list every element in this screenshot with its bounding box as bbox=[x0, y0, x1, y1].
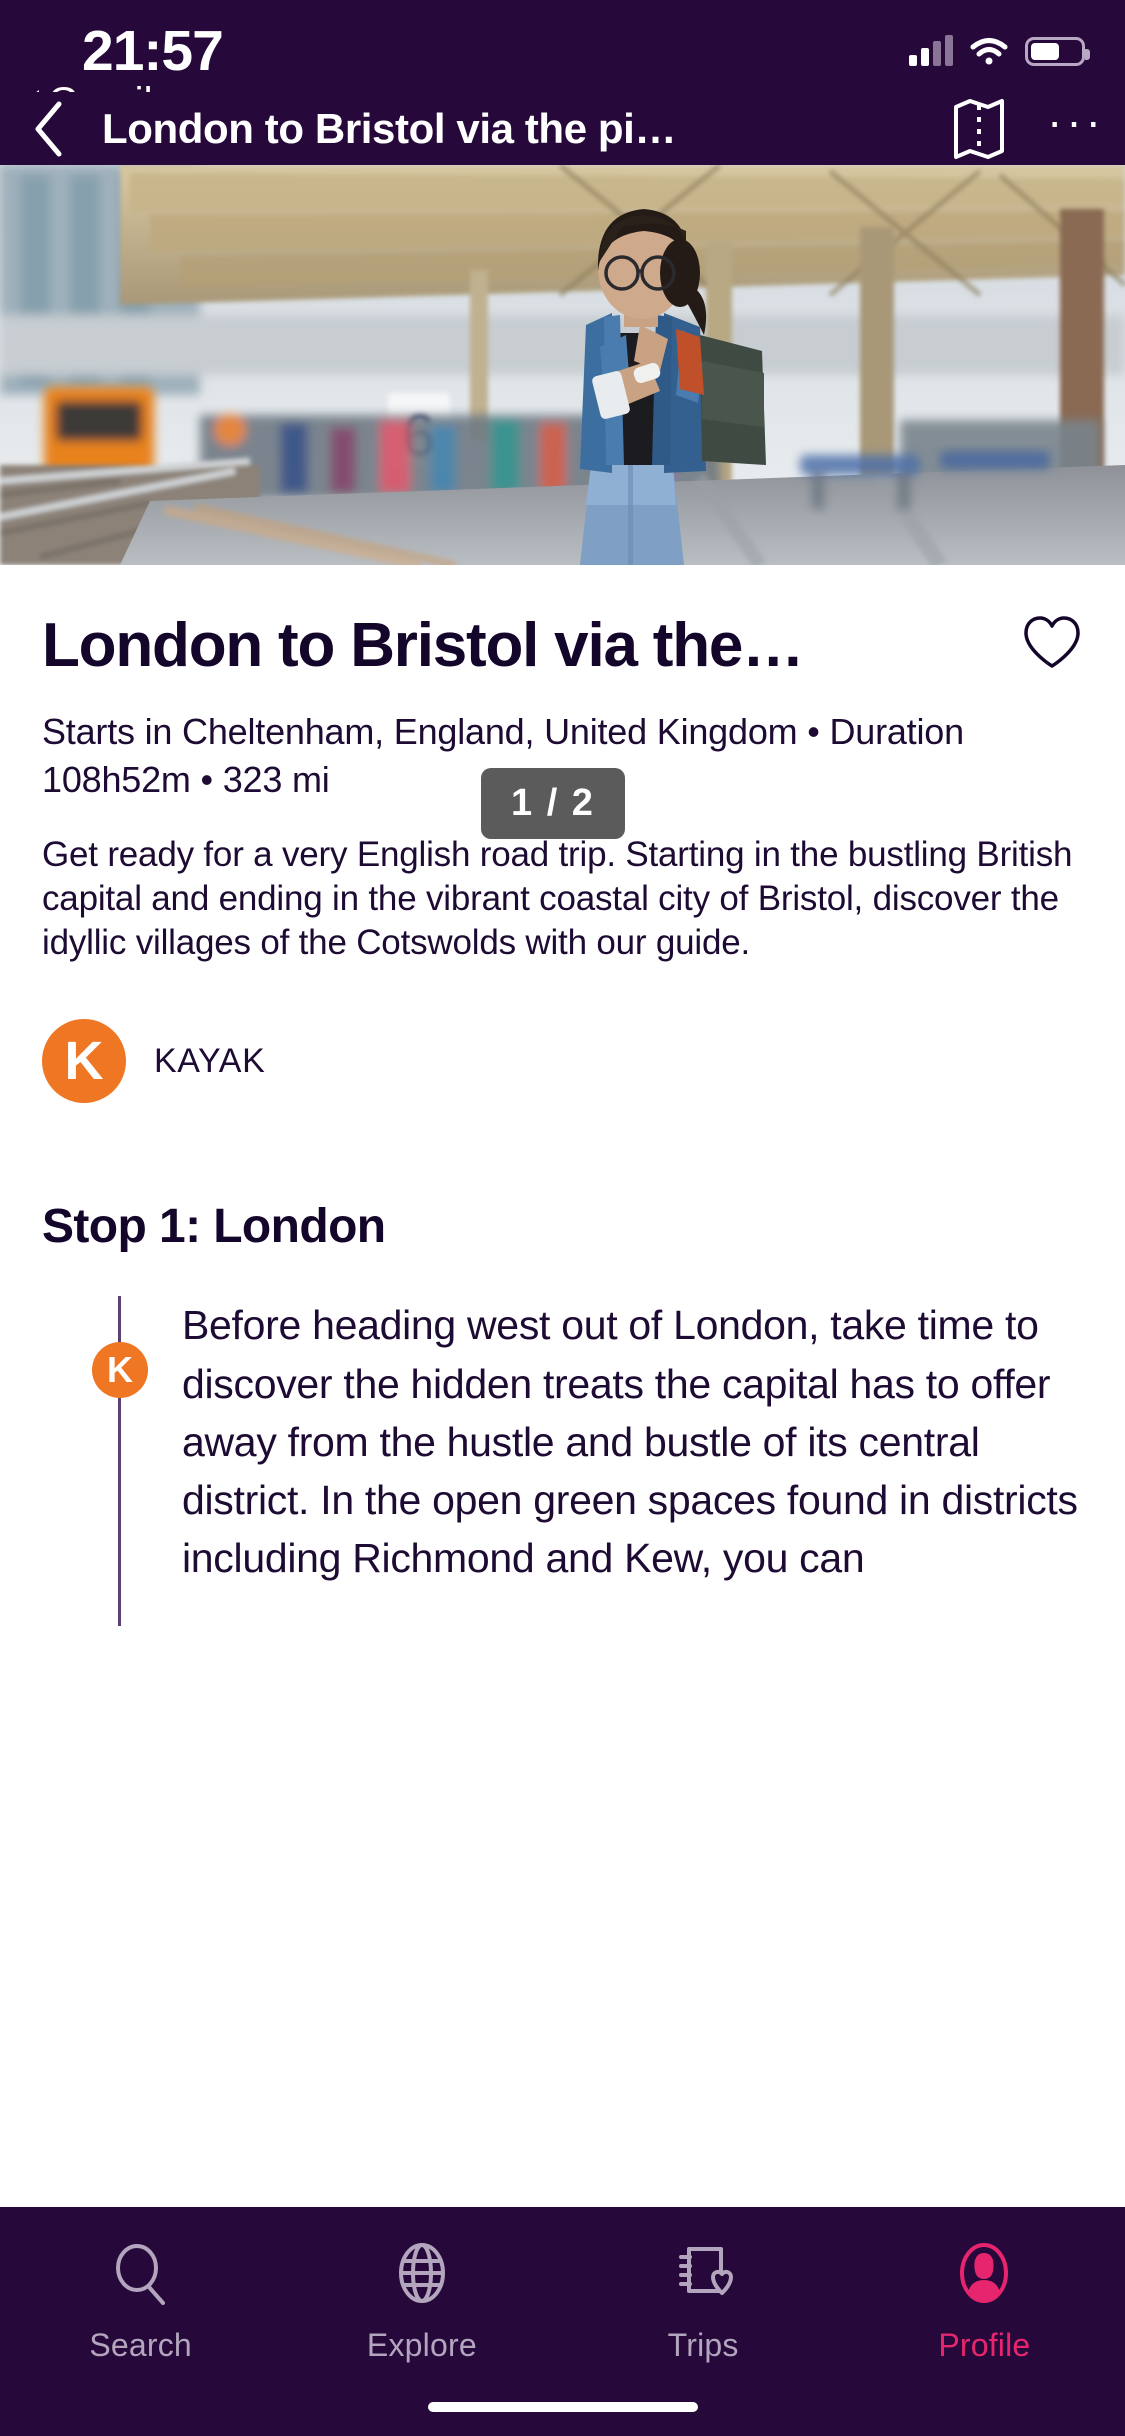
back-button[interactable] bbox=[0, 100, 96, 158]
author-avatar: K bbox=[42, 1019, 126, 1104]
timeline-author-badge: K bbox=[92, 1342, 148, 1399]
author-name: KAYAK bbox=[154, 1041, 266, 1080]
map-button[interactable] bbox=[931, 97, 1027, 161]
tab-profile[interactable]: Profile bbox=[844, 2239, 1125, 2364]
tab-label-search: Search bbox=[89, 2327, 192, 2363]
favorite-button[interactable] bbox=[999, 614, 1083, 677]
battery-icon bbox=[1025, 37, 1090, 66]
trip-title-row: London to Bristol via the… bbox=[42, 565, 1083, 678]
map-icon bbox=[954, 98, 1004, 159]
trip-title: London to Bristol via the… bbox=[42, 613, 803, 679]
cellular-bars-icon bbox=[909, 35, 953, 66]
profile-icon bbox=[960, 2243, 1009, 2303]
search-icon bbox=[115, 2244, 165, 2305]
tab-search[interactable]: Search bbox=[0, 2239, 281, 2364]
wifi-icon bbox=[970, 38, 1008, 65]
status-bar-indicators bbox=[909, 35, 1090, 66]
tab-label-profile: Profile bbox=[938, 2327, 1031, 2363]
app-screen: 21:57 Gmail London to Bristol via the pi… bbox=[0, 0, 1125, 2436]
home-indicator bbox=[427, 2402, 698, 2412]
stop-timeline: K Before heading west out of London, tak… bbox=[42, 1296, 1083, 1627]
trip-detail-content: London to Bristol via the… Starts in Che… bbox=[0, 565, 1125, 1627]
tab-label-trips: Trips bbox=[667, 2327, 739, 2363]
tab-trips[interactable]: Trips bbox=[563, 2239, 844, 2364]
station-photo: 6 bbox=[0, 165, 1125, 565]
more-options-button[interactable]: ··· bbox=[1027, 94, 1125, 164]
trip-author[interactable]: K KAYAK bbox=[42, 1019, 1083, 1104]
image-counter-badge: 1 / 2 bbox=[481, 768, 625, 839]
stop-heading: Stop 1: London bbox=[42, 1200, 386, 1254]
trips-icon bbox=[679, 2247, 734, 2295]
tab-label-explore: Explore bbox=[366, 2327, 477, 2363]
chevron-left-icon bbox=[35, 101, 62, 156]
heart-outline-icon bbox=[1024, 616, 1080, 668]
bottom-tab-bar: Search Explore Trips Profile bbox=[0, 2207, 1125, 2436]
status-bar-clock: 21:57 bbox=[82, 19, 224, 83]
page-title: London to Bristol via the pi… bbox=[102, 104, 677, 152]
navigation-bar: London to Bristol via the pi… ··· bbox=[0, 92, 1125, 165]
stop-body-text: Before heading west out of London, take … bbox=[182, 1302, 1078, 1582]
trip-description: Get ready for a very English road trip. … bbox=[42, 835, 1073, 963]
tab-explore[interactable]: Explore bbox=[281, 2239, 562, 2364]
hero-image[interactable]: 6 bbox=[0, 165, 1125, 565]
globe-icon bbox=[398, 2243, 445, 2303]
